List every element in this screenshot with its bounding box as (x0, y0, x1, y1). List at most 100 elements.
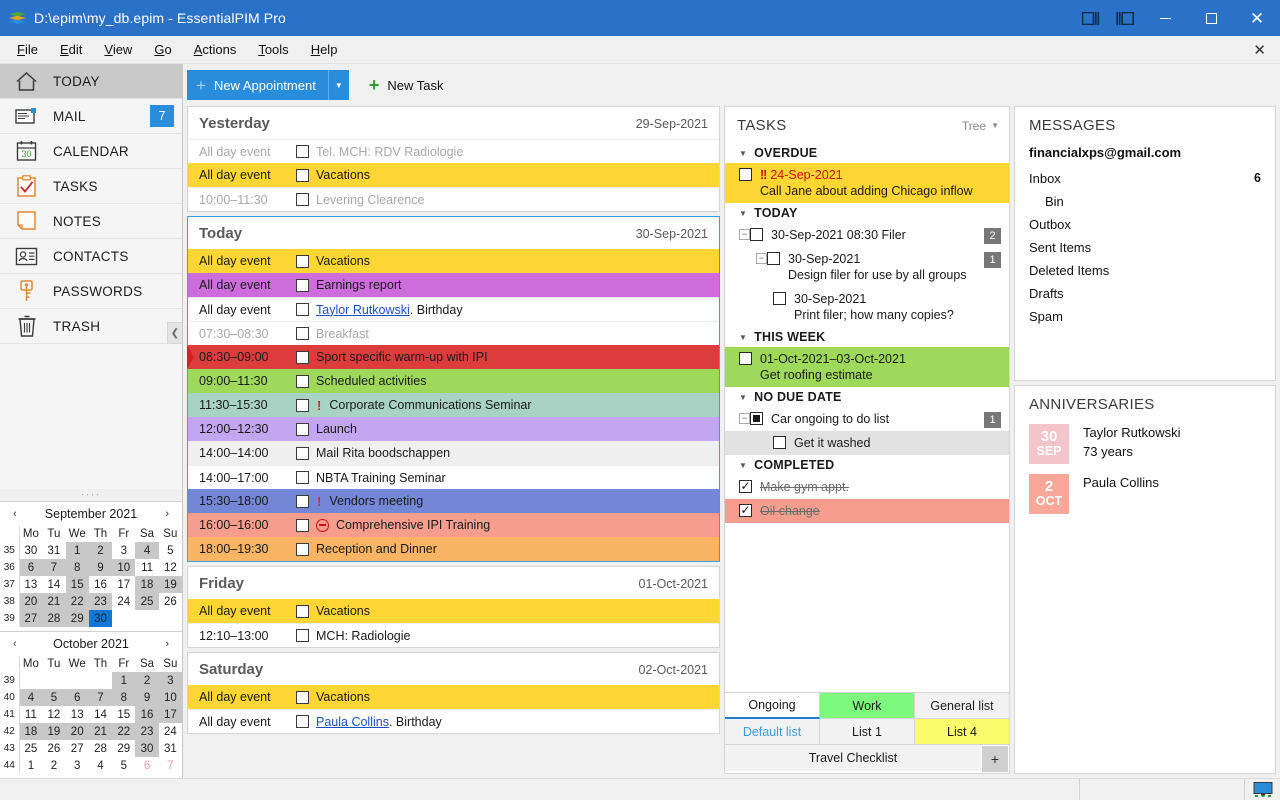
menu-view[interactable]: View (93, 38, 143, 61)
sidebar-item-mail[interactable]: MAIL7 (0, 99, 182, 134)
sidebar-item-calendar[interactable]: 30CALENDAR (0, 134, 182, 169)
task-group-header[interactable]: ▼OVERDUE (725, 143, 1009, 163)
prev-month-button[interactable]: ‹ (10, 638, 20, 650)
task-list-tab[interactable]: General list (915, 693, 1009, 719)
event-checkbox[interactable] (296, 193, 309, 206)
calendar-event-row[interactable]: All day eventVacations (188, 685, 719, 709)
calendar-day[interactable]: 5 (42, 689, 65, 706)
calendar-day[interactable] (89, 672, 112, 689)
calendar-day[interactable]: 18 (19, 723, 42, 740)
calendar-day[interactable]: 31 (159, 740, 182, 757)
calendar-day[interactable] (19, 672, 42, 689)
pane-right-layout-icon[interactable] (1108, 0, 1142, 36)
menu-actions[interactable]: Actions (183, 38, 248, 61)
calendar-day[interactable]: 15 (66, 576, 89, 593)
task-list-tab[interactable]: Ongoing (725, 693, 820, 719)
calendar-day[interactable]: 1 (112, 672, 135, 689)
event-checkbox[interactable] (296, 303, 309, 316)
monitor-icon[interactable] (1244, 779, 1280, 800)
calendar-day[interactable]: 19 (159, 576, 182, 593)
task-row[interactable]: 01-Oct-2021–03-Oct-2021Get roofing estim… (725, 347, 1009, 387)
calendar-day[interactable]: 29 (66, 610, 89, 627)
calendar-day[interactable]: 4 (135, 542, 158, 559)
task-checkbox[interactable] (739, 168, 752, 181)
calendar-day[interactable]: 6 (135, 757, 158, 774)
calendar-day[interactable]: 3 (159, 672, 182, 689)
task-checkbox[interactable] (750, 228, 763, 241)
sidebar-collapse-button[interactable]: ❮ (167, 322, 182, 344)
anniversary-row[interactable]: 2OCTPaula Collins (1015, 471, 1275, 521)
calendar-day[interactable]: 16 (89, 576, 112, 593)
calendar-event-row[interactable]: 16:00–16:00Comprehensive IPI Training (188, 513, 719, 537)
calendar-day[interactable]: 25 (19, 740, 42, 757)
task-row[interactable]: 30-Sep-2021Print filer; how many copies? (725, 287, 1009, 327)
calendar-event-row[interactable]: All day eventTel. MCH: RDV Radiologie (188, 139, 719, 163)
task-row[interactable]: −Car ongoing to do list1 (725, 407, 1009, 431)
calendar-day[interactable]: 24 (112, 593, 135, 610)
task-list-tab[interactable]: Travel Checklist (725, 745, 981, 771)
event-checkbox[interactable] (296, 375, 309, 388)
new-appointment-dropdown[interactable]: ▼ (328, 70, 349, 100)
calendar-day[interactable]: 24 (159, 723, 182, 740)
calendar-event-row[interactable]: 10:00–11:30Levering Clearence (188, 187, 719, 211)
calendar-day[interactable]: 21 (42, 593, 65, 610)
calendar-event-row[interactable]: 08:30–09:00Sport specific warm-up with I… (188, 345, 719, 369)
contact-link[interactable]: Paula Collins (316, 715, 389, 729)
calendar-day[interactable]: 20 (19, 593, 42, 610)
calendar-day[interactable]: 7 (42, 559, 65, 576)
calendar-day[interactable]: 10 (112, 559, 135, 576)
task-checkbox[interactable] (767, 252, 780, 265)
new-appointment-button[interactable]: + New Appointment (187, 70, 328, 100)
task-list-tab[interactable]: Default list (725, 719, 820, 745)
task-group-header[interactable]: ▼THIS WEEK (725, 327, 1009, 347)
calendar-day[interactable]: 22 (112, 723, 135, 740)
mail-folder-row[interactable]: Drafts (1015, 282, 1275, 305)
calendar-day[interactable]: 19 (42, 723, 65, 740)
calendar-day[interactable]: 6 (66, 689, 89, 706)
sidebar-item-today[interactable]: TODAY (0, 64, 182, 99)
calendar-day[interactable]: 4 (19, 689, 42, 706)
mail-folder-row[interactable]: Sent Items (1015, 236, 1275, 259)
sidebar-item-notes[interactable]: NOTES (0, 204, 182, 239)
calendar-event-row[interactable]: All day eventVacations (188, 599, 719, 623)
calendar-day[interactable]: 26 (159, 593, 182, 610)
event-checkbox[interactable] (296, 279, 309, 292)
calendar-day[interactable]: 25 (135, 593, 158, 610)
calendar-day[interactable]: 1 (19, 757, 42, 774)
calendar-event-row[interactable]: All day eventVacations (188, 163, 719, 187)
tree-expander[interactable]: − (739, 413, 750, 424)
close-button[interactable]: ✕ (1234, 0, 1280, 36)
event-checkbox[interactable] (296, 543, 309, 556)
calendar-day[interactable]: 29 (112, 740, 135, 757)
task-list-tab[interactable]: List 1 (820, 719, 915, 745)
calendar-day[interactable]: 5 (159, 542, 182, 559)
menu-help[interactable]: Help (300, 38, 349, 61)
calendar-event-row[interactable]: 12:00–12:30Launch (188, 417, 719, 441)
calendar-day[interactable]: 28 (42, 610, 65, 627)
calendar-day[interactable]: 3 (66, 757, 89, 774)
calendar-event-row[interactable]: 15:30–18:00!Vendors meeting (188, 489, 719, 513)
calendar-day[interactable]: 1 (66, 542, 89, 559)
task-checkbox[interactable] (773, 292, 786, 305)
event-checkbox[interactable] (296, 423, 309, 436)
sidebar-item-trash[interactable]: TRASH (0, 309, 182, 344)
task-checkbox[interactable] (739, 504, 752, 517)
task-row[interactable]: −30-Sep-2021 08:30 Filer2 (725, 223, 1009, 247)
calendar-day[interactable]: 15 (112, 706, 135, 723)
tree-expander[interactable]: − (739, 229, 750, 240)
calendar-event-row[interactable]: 14:00–14:00Mail Rita boodschappen (188, 441, 719, 465)
task-group-header[interactable]: ▼COMPLETED (725, 455, 1009, 475)
calendar-day[interactable]: 26 (42, 740, 65, 757)
calendar-day[interactable]: 13 (66, 706, 89, 723)
calendar-day[interactable]: 30 (89, 610, 112, 627)
calendar-day[interactable]: 2 (89, 542, 112, 559)
calendar-day[interactable]: 30 (19, 542, 42, 559)
calendar-day[interactable]: 12 (159, 559, 182, 576)
contact-link[interactable]: Taylor Rutkowski (316, 303, 410, 317)
event-checkbox[interactable] (296, 351, 309, 364)
mail-folder-row[interactable]: Bin (1015, 190, 1275, 213)
messages-account[interactable]: financialxps@gmail.com (1015, 143, 1275, 167)
event-checkbox[interactable] (296, 715, 309, 728)
calendar-day[interactable]: 14 (89, 706, 112, 723)
calendar-day[interactable]: 5 (112, 757, 135, 774)
